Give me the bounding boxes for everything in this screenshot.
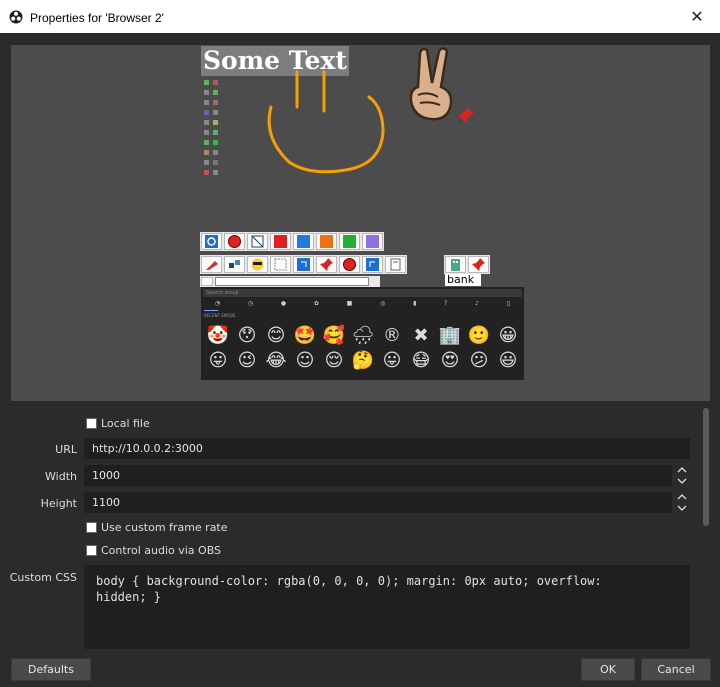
tool-button-row-2 bbox=[200, 255, 407, 274]
bank-button-group bbox=[444, 255, 490, 274]
height-spinner bbox=[674, 492, 689, 513]
emoji-button[interactable]: 😕 bbox=[468, 349, 490, 371]
clock-tab-icon[interactable]: ◷ bbox=[248, 300, 253, 310]
width-input[interactable]: 1000 bbox=[84, 465, 672, 486]
url-input[interactable]: http://10.0.0.2:3000 bbox=[84, 438, 690, 459]
nature-tab-icon[interactable]: ✿ bbox=[314, 300, 319, 310]
emoji-button[interactable]: ® bbox=[381, 324, 403, 346]
pushpin-icon bbox=[457, 107, 474, 124]
emoji-button[interactable]: 😀 bbox=[497, 324, 519, 346]
text-tool-button[interactable] bbox=[201, 277, 213, 286]
tool-button-row-3 bbox=[200, 276, 380, 287]
record-tool-button[interactable] bbox=[224, 233, 245, 250]
height-increment-icon[interactable] bbox=[674, 492, 689, 502]
flags-tab-icon[interactable]: ▯ bbox=[507, 300, 510, 310]
activity-tab-icon[interactable]: ◎ bbox=[380, 300, 385, 310]
emoji-category-tabs: ◔ ◷ ● ✿ ■ ◎ ▮ ? ♪ ▯ bbox=[201, 300, 524, 310]
emoji-button[interactable]: 🏢 bbox=[439, 324, 461, 346]
rotate-left-button[interactable] bbox=[293, 256, 314, 273]
stop-tool-button[interactable] bbox=[339, 256, 360, 273]
mini-toolbar-icons bbox=[204, 80, 218, 175]
height-decrement-icon[interactable] bbox=[674, 503, 689, 513]
control-audio-checkbox[interactable] bbox=[86, 545, 97, 556]
emoji-button[interactable]: 😯 bbox=[236, 324, 258, 346]
bank-label: bank bbox=[445, 274, 481, 286]
food-tab-icon[interactable]: ■ bbox=[347, 300, 353, 310]
recent-tab-icon[interactable]: ◔ bbox=[215, 300, 220, 310]
drawn-scribble bbox=[267, 70, 385, 174]
emoji-button[interactable]: 😌 bbox=[323, 349, 345, 371]
emoji-search-input[interactable]: Search emoji bbox=[203, 289, 522, 297]
width-label: Width bbox=[45, 470, 77, 483]
pencil-tool-button[interactable] bbox=[201, 256, 222, 273]
building-button[interactable] bbox=[445, 256, 466, 273]
emoji-button[interactable]: 😃 bbox=[497, 349, 519, 371]
people-tab-icon[interactable]: ● bbox=[281, 300, 286, 310]
pin-button[interactable] bbox=[468, 256, 489, 273]
emoji-button[interactable]: 😊 bbox=[265, 324, 287, 346]
layers-tool-button[interactable] bbox=[224, 256, 245, 273]
custom-frame-rate-label: Use custom frame rate bbox=[101, 521, 228, 534]
tool-button-row-1 bbox=[200, 232, 384, 251]
height-label: Height bbox=[40, 497, 77, 510]
scrollbar-thumb[interactable] bbox=[703, 408, 709, 526]
custom-css-label: Custom CSS bbox=[9, 571, 77, 584]
emoji-button[interactable]: 🤔 bbox=[352, 349, 374, 371]
color-blue-button[interactable] bbox=[293, 233, 314, 250]
sunglasses-emoji-button[interactable] bbox=[247, 256, 268, 273]
color-green-button[interactable] bbox=[339, 233, 360, 250]
select-tool-button[interactable] bbox=[270, 256, 291, 273]
cancel-button[interactable]: Cancel bbox=[641, 658, 711, 681]
height-input[interactable]: 1100 bbox=[84, 492, 672, 513]
document-tool-button[interactable] bbox=[385, 256, 406, 273]
emoji-button[interactable]: 😛 bbox=[381, 349, 403, 371]
emoji-button[interactable]: ✖ bbox=[410, 324, 432, 346]
emoji-button[interactable]: 😉 bbox=[236, 349, 258, 371]
symbols-tab-icon[interactable]: ♪ bbox=[475, 300, 479, 310]
emoji-button[interactable]: 😷 bbox=[410, 349, 432, 371]
url-label: URL bbox=[55, 443, 77, 456]
obs-logo-icon bbox=[9, 10, 23, 24]
travel-tab-icon[interactable]: ▮ bbox=[413, 300, 416, 310]
emoji-button[interactable]: 🙂 bbox=[468, 324, 490, 346]
form-scrollbar[interactable] bbox=[702, 406, 710, 646]
emoji-picker: Search emoji ◔ ◷ ● ✿ ■ ◎ ▮ ? ♪ ▯ RECENT … bbox=[201, 287, 524, 380]
emoji-button[interactable]: 😂 bbox=[265, 349, 287, 371]
emoji-grid: 🤡 😯 😊 🤩 🥰 🌧 ® ✖ 🏢 🙂 😀 😛 😉 😂 ☺ 😌 🤔 😛 😷 😍 😕 😃 bbox=[207, 324, 526, 371]
emoji-button[interactable]: 🤡 bbox=[207, 324, 229, 346]
rotate-right-button[interactable] bbox=[362, 256, 383, 273]
text-entry-field[interactable] bbox=[215, 277, 369, 286]
active-tab-indicator bbox=[204, 310, 218, 311]
width-decrement-icon[interactable] bbox=[674, 476, 689, 486]
color-purple-button[interactable] bbox=[362, 233, 383, 250]
emoji-button[interactable]: 😛 bbox=[207, 349, 229, 371]
emoji-button[interactable]: 🤩 bbox=[294, 324, 316, 346]
emoji-button[interactable]: 😍 bbox=[439, 349, 461, 371]
control-audio-label: Control audio via OBS bbox=[101, 544, 222, 557]
width-increment-icon[interactable] bbox=[674, 465, 689, 475]
ok-button[interactable]: OK bbox=[581, 658, 635, 681]
emoji-section-label: RECENT EMOJIS bbox=[204, 313, 236, 318]
local-file-label: Local file bbox=[101, 417, 150, 430]
title-bar: Properties for 'Browser 2' ✕ bbox=[0, 0, 720, 33]
browser-preview: Some Text bank Search emoji ◔ ◷ ● ✿ ■ ◎ … bbox=[11, 45, 710, 401]
pin-tool-button[interactable] bbox=[316, 256, 337, 273]
emoji-button[interactable]: ☺ bbox=[294, 349, 316, 371]
emoji-button[interactable]: 🥰 bbox=[323, 324, 345, 346]
custom-frame-rate-checkbox[interactable] bbox=[86, 522, 97, 533]
width-spinner bbox=[674, 465, 689, 486]
emoji-button[interactable]: 🌧 bbox=[352, 324, 375, 346]
color-orange-button[interactable] bbox=[316, 233, 337, 250]
objects-tab-icon[interactable]: ? bbox=[444, 300, 447, 310]
window-title: Properties for 'Browser 2' bbox=[30, 11, 164, 25]
victory-hand-icon bbox=[409, 47, 453, 121]
local-file-checkbox[interactable] bbox=[86, 418, 97, 429]
color-red-button[interactable] bbox=[270, 233, 291, 250]
custom-css-textarea[interactable]: body { background-color: rgba(0, 0, 0, 0… bbox=[84, 565, 690, 649]
defaults-button[interactable]: Defaults bbox=[11, 658, 91, 681]
rotate-tool-button[interactable] bbox=[201, 233, 222, 250]
close-icon[interactable]: ✕ bbox=[674, 0, 720, 33]
crop-tool-button[interactable] bbox=[247, 233, 268, 250]
